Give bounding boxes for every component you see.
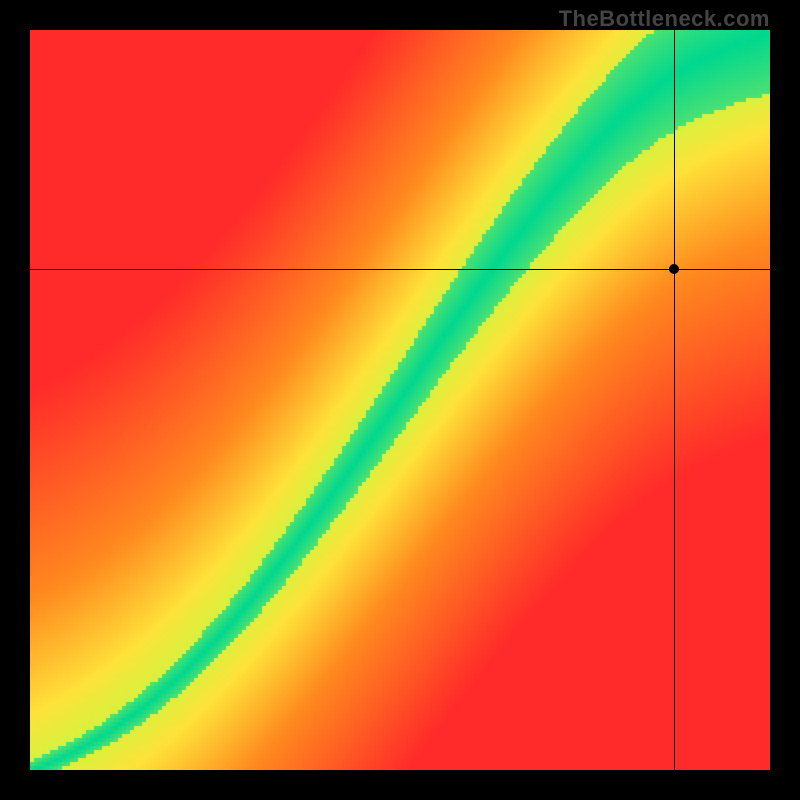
- crosshair-horizontal: [30, 269, 770, 270]
- selection-marker: [669, 264, 679, 274]
- chart-frame: TheBottleneck.com: [0, 0, 800, 800]
- watermark-text: TheBottleneck.com: [559, 6, 770, 32]
- heatmap-plot: [30, 30, 770, 770]
- crosshair-vertical: [674, 30, 675, 770]
- heatmap-canvas: [30, 30, 770, 770]
